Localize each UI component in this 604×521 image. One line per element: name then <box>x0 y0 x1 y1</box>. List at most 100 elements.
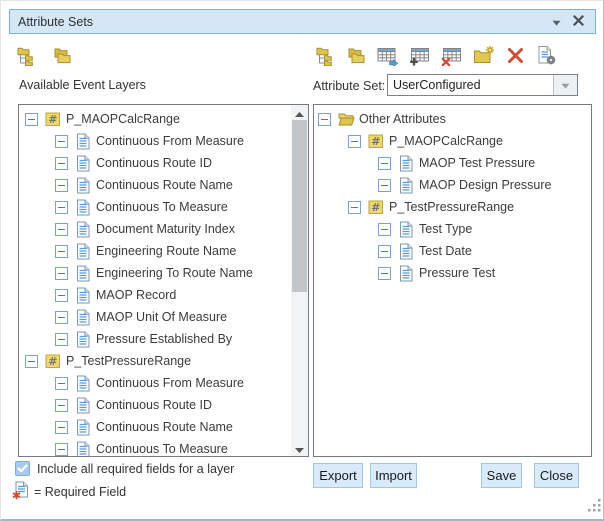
field-icon <box>74 287 92 304</box>
configure-report-button[interactable] <box>534 42 560 68</box>
field-icon <box>74 221 92 238</box>
field-icon <box>74 419 92 436</box>
collapse-all-layers-button[interactable] <box>49 42 75 68</box>
collapse-expander[interactable] <box>55 421 68 434</box>
collapse-expander[interactable] <box>55 201 68 214</box>
collapse-expander[interactable] <box>55 135 68 148</box>
collapse-expander[interactable] <box>318 113 331 126</box>
collapse-expander[interactable] <box>55 157 68 170</box>
collapse-expander[interactable] <box>55 399 68 412</box>
expand-all-layers-button[interactable] <box>13 42 39 68</box>
resize-grip[interactable] <box>588 499 601 517</box>
tree-node[interactable]: Document Maturity Index <box>19 218 291 240</box>
collapse-expander[interactable] <box>378 267 391 280</box>
new-attribute-set-button[interactable] <box>471 42 497 68</box>
tree-node[interactable]: #P_TestPressureRange <box>19 350 291 372</box>
tree-node[interactable]: Pressure Established By <box>19 328 291 350</box>
tree-node[interactable]: MAOP Record <box>19 284 291 306</box>
tree-node[interactable]: Test Type <box>314 218 591 240</box>
tree-node[interactable]: Other Attributes <box>314 108 591 130</box>
tree-node[interactable]: Test Date <box>314 240 591 262</box>
collapse-expander[interactable] <box>378 179 391 192</box>
collapse-expander[interactable] <box>348 135 361 148</box>
export-table-button[interactable] <box>375 42 401 68</box>
scroll-down-button[interactable] <box>291 441 308 456</box>
tree-node[interactable]: Continuous From Measure <box>19 372 291 394</box>
collapse-expander[interactable] <box>378 223 391 236</box>
tree-node-label: Document Maturity Index <box>96 222 235 236</box>
export-button[interactable]: Export <box>313 463 363 488</box>
tree-node[interactable]: Continuous Route Name <box>19 416 291 438</box>
tree-node[interactable]: Engineering Route Name <box>19 240 291 262</box>
tree-node[interactable]: Continuous To Measure <box>19 438 291 456</box>
import-button[interactable]: Import <box>370 463 417 488</box>
vertical-scrollbar[interactable] <box>291 105 308 456</box>
tree-node[interactable]: MAOP Test Pressure <box>314 152 591 174</box>
tree-node[interactable]: Continuous Route ID <box>19 152 291 174</box>
collapse-expander[interactable] <box>55 245 68 258</box>
tree-node-label: P_MAOPCalcRange <box>389 134 503 148</box>
tree-node-label: P_MAOPCalcRange <box>66 112 180 126</box>
titlebar[interactable]: Attribute Sets <box>9 9 596 34</box>
collapse-expander[interactable] <box>55 289 68 302</box>
collapse-expander[interactable] <box>378 245 391 258</box>
tree-node[interactable]: Continuous From Measure <box>19 130 291 152</box>
tree-node[interactable]: # P_MAOPCalcRange <box>314 130 591 152</box>
collapse-expander[interactable] <box>55 443 68 456</box>
tree-node-label: P_TestPressureRange <box>66 354 191 368</box>
tree-node[interactable]: Engineering To Route Name <box>19 262 291 284</box>
tree-node[interactable]: Pressure Test <box>314 262 591 284</box>
add-table-button[interactable] <box>407 42 433 68</box>
tree-node-label: Test Type <box>419 222 472 236</box>
collapse-all-attributes-button[interactable] <box>344 42 370 68</box>
tree-node-label: P_TestPressureRange <box>389 200 514 214</box>
field-icon <box>74 441 92 457</box>
field-icon <box>74 397 92 414</box>
chevron-down-icon <box>552 13 561 31</box>
panel-menu-button[interactable] <box>547 13 565 31</box>
tree-node[interactable]: #P_MAOPCalcRange <box>19 108 291 130</box>
tree-node-label: MAOP Design Pressure <box>419 178 551 192</box>
collapse-all-icon <box>52 45 73 66</box>
tree-node-label: Continuous To Measure <box>96 442 228 456</box>
tree-node[interactable]: MAOP Unit Of Measure <box>19 306 291 328</box>
field-icon <box>397 243 415 260</box>
collapse-expander[interactable] <box>55 267 68 280</box>
collapse-expander[interactable] <box>55 179 68 192</box>
field-icon <box>74 265 92 282</box>
svg-text:#: # <box>371 201 380 214</box>
expand-all-icon <box>315 45 336 66</box>
folder-icon <box>337 112 355 126</box>
collapse-expander[interactable] <box>55 333 68 346</box>
tree-node-label: Pressure Established By <box>96 332 232 346</box>
tree-node-label: Continuous Route ID <box>96 398 212 412</box>
field-icon <box>397 265 415 282</box>
tree-node[interactable]: MAOP Design Pressure <box>314 174 591 196</box>
expand-all-attributes-button[interactable] <box>312 42 338 68</box>
include-required-checkbox[interactable] <box>15 461 30 476</box>
tree-node[interactable]: Continuous Route ID <box>19 394 291 416</box>
collapse-expander[interactable] <box>348 201 361 214</box>
tree-node[interactable]: # P_TestPressureRange <box>314 196 591 218</box>
scrollbar-thumb[interactable] <box>292 120 307 292</box>
tree-node[interactable]: Continuous To Measure <box>19 196 291 218</box>
attribute-set-combobox[interactable]: UserConfigured <box>387 74 578 96</box>
scroll-up-button[interactable] <box>291 105 308 120</box>
attribute-set-dropdown-button[interactable] <box>553 75 577 95</box>
delete-button[interactable] <box>502 42 528 68</box>
collapse-expander[interactable] <box>55 377 68 390</box>
attribute-set-label: Attribute Set: <box>313 79 385 93</box>
close-dialog-button[interactable]: Close <box>534 463 579 488</box>
collapse-expander[interactable] <box>55 311 68 324</box>
collapse-expander[interactable] <box>55 223 68 236</box>
collapse-expander[interactable] <box>25 113 38 126</box>
close-button[interactable] <box>569 13 587 31</box>
collapse-expander[interactable] <box>378 157 391 170</box>
field-icon <box>74 155 92 172</box>
remove-table-button[interactable] <box>439 42 465 68</box>
save-button[interactable]: Save <box>481 463 522 488</box>
event-layer-icon: # <box>367 200 385 215</box>
svg-text:#: # <box>371 135 380 148</box>
tree-node[interactable]: Continuous Route Name <box>19 174 291 196</box>
collapse-expander[interactable] <box>25 355 38 368</box>
